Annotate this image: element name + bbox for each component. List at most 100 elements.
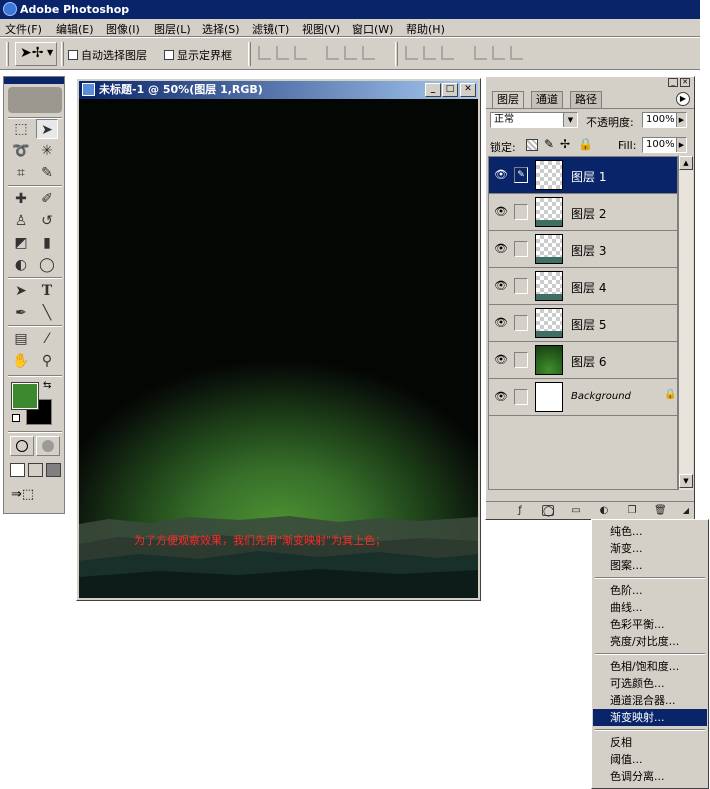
align-left-icon[interactable] <box>326 46 339 60</box>
foreground-color-swatch[interactable] <box>11 382 39 410</box>
menu-item[interactable]: 通道混合器... <box>593 692 707 709</box>
layer-mask-icon[interactable]: ◯ <box>542 505 554 517</box>
eye-icon[interactable]: 👁 <box>493 389 509 405</box>
blend-mode-select[interactable]: 正常 ▼ <box>490 112 578 128</box>
link-slot[interactable] <box>514 389 528 405</box>
slice-tool-icon[interactable]: ✎ <box>36 163 58 183</box>
palette-title-bar[interactable]: _ ✕ <box>486 77 694 89</box>
crop-tool-icon[interactable]: ⌗ <box>10 163 32 183</box>
show-bounding-box-checkbox[interactable] <box>164 50 174 60</box>
menu-filter[interactable]: 滤镜(T) <box>252 21 289 37</box>
new-layer-icon[interactable]: ❐ <box>626 505 638 516</box>
eraser-tool-icon[interactable]: ◩ <box>10 233 32 253</box>
distribute-right-icon[interactable] <box>510 46 523 60</box>
marquee-tool-icon[interactable]: ⬚ <box>10 119 32 139</box>
align-bottom-icon[interactable] <box>294 46 307 60</box>
align-right-icon[interactable] <box>362 46 375 60</box>
tab-paths[interactable]: 路径 <box>570 91 602 108</box>
history-brush-tool-icon[interactable]: ↺ <box>36 211 58 231</box>
type-tool-icon[interactable]: T <box>36 281 58 301</box>
full-screen-mode-icon[interactable] <box>46 463 61 477</box>
gradient-tool-icon[interactable]: ▮ <box>36 233 58 253</box>
toolbox-title-bar[interactable] <box>4 77 64 84</box>
standard-screen-mode-icon[interactable] <box>10 463 25 477</box>
dodge-tool-icon[interactable]: ◯ <box>36 255 58 275</box>
eye-icon[interactable]: 👁 <box>493 278 509 294</box>
opacity-field[interactable]: 100% ▶ <box>642 112 687 128</box>
layer-row[interactable]: 👁 图层 2 <box>489 194 677 231</box>
minimize-button[interactable]: _ <box>425 83 441 97</box>
layer-row[interactable]: 👁 图层 3 <box>489 231 677 268</box>
menu-image[interactable]: 图像(I) <box>106 21 140 37</box>
link-slot[interactable] <box>514 315 528 331</box>
layer-list-scrollbar[interactable]: ▲ ▼ <box>678 156 693 490</box>
standard-mode-button[interactable] <box>10 436 34 456</box>
new-set-icon[interactable]: ▭ <box>570 505 582 516</box>
adobe-feather-logo-icon[interactable] <box>8 87 62 113</box>
menu-item[interactable]: 可选颜色... <box>593 675 707 692</box>
menu-help[interactable]: 帮助(H) <box>406 21 445 37</box>
eye-icon[interactable]: 👁 <box>493 241 509 257</box>
zoom-tool-icon[interactable]: ⚲ <box>36 351 58 371</box>
link-slot[interactable] <box>514 241 528 257</box>
layer-row[interactable]: 👁 Background 🔒 <box>489 379 677 416</box>
palette-minimize-icon[interactable]: _ <box>668 78 678 87</box>
image-canvas[interactable]: 为了方便观察效果，我们先用"渐变映射"为其上色； <box>79 99 478 598</box>
layer-row[interactable]: 👁 图层 4 <box>489 268 677 305</box>
lock-transparency-icon[interactable] <box>526 139 538 151</box>
resize-grip-icon[interactable]: ◢ <box>680 505 692 516</box>
close-button[interactable]: ✕ <box>460 83 476 97</box>
eye-icon[interactable]: 👁 <box>493 167 509 183</box>
menu-view[interactable]: 视图(V) <box>302 21 340 37</box>
menu-select[interactable]: 选择(S) <box>202 21 240 37</box>
menu-layer[interactable]: 图层(L) <box>154 21 191 37</box>
clone-stamp-tool-icon[interactable]: ♙ <box>10 211 32 231</box>
distribute-top-icon[interactable] <box>405 46 418 60</box>
menu-item[interactable]: 色彩平衡... <box>593 616 707 633</box>
new-adjustment-layer-icon[interactable]: ◐ <box>598 505 610 516</box>
magic-wand-tool-icon[interactable]: ✳ <box>36 141 58 161</box>
document-title-bar[interactable]: 未标题-1 @ 50%(图层 1,RGB) _ □ ✕ <box>79 81 478 99</box>
scroll-up-icon[interactable]: ▲ <box>679 156 693 170</box>
lock-image-icon[interactable]: ✎ <box>544 137 554 151</box>
distribute-vcenter-icon[interactable] <box>423 46 436 60</box>
default-colors-icon[interactable] <box>12 414 20 422</box>
align-vcenter-icon[interactable] <box>276 46 289 60</box>
brush-tool-icon[interactable]: ✐ <box>36 189 58 209</box>
scroll-down-icon[interactable]: ▼ <box>679 474 693 488</box>
pen-tool-icon[interactable]: ✒ <box>10 303 32 323</box>
link-slot[interactable] <box>514 352 528 368</box>
layer-row[interactable]: 👁 图层 6 <box>489 342 677 379</box>
menu-item[interactable]: 亮度/对比度... <box>593 633 707 650</box>
layer-row[interactable]: 👁 ✎ 图层 1 <box>489 157 677 194</box>
align-hcenter-icon[interactable] <box>344 46 357 60</box>
tool-preset-picker[interactable]: ➤✢ ▼ <box>15 42 57 66</box>
eye-icon[interactable]: 👁 <box>493 315 509 331</box>
delete-layer-icon[interactable]: 🗑 <box>654 505 667 516</box>
menu-item[interactable]: 曲线... <box>593 599 707 616</box>
menu-file[interactable]: 文件(F) <box>5 21 42 37</box>
distribute-left-icon[interactable] <box>474 46 487 60</box>
lock-all-icon[interactable]: 🔒 <box>578 137 593 151</box>
distribute-hcenter-icon[interactable] <box>492 46 505 60</box>
brush-icon[interactable]: ✎ <box>514 167 528 183</box>
healing-brush-tool-icon[interactable]: ✚ <box>10 189 32 209</box>
eye-icon[interactable]: 👁 <box>493 204 509 220</box>
move-tool-icon[interactable]: ➤ <box>36 119 58 139</box>
tab-layers[interactable]: 图层 <box>492 91 524 108</box>
link-slot[interactable] <box>514 278 528 294</box>
swap-colors-icon[interactable]: ⇆ <box>43 380 51 391</box>
distribute-bottom-icon[interactable] <box>441 46 454 60</box>
menu-item[interactable]: 色相/饱和度... <box>593 658 707 675</box>
lasso-tool-icon[interactable]: ➰ <box>10 141 32 161</box>
jump-to-imageready-icon[interactable]: ⇒⬚ <box>11 487 59 507</box>
menu-item[interactable]: 渐变映射... <box>593 709 707 726</box>
full-screen-menu-mode-icon[interactable] <box>28 463 43 477</box>
tab-channels[interactable]: 通道 <box>531 91 563 108</box>
layer-style-icon[interactable]: ƒ <box>514 505 526 516</box>
menu-item[interactable]: 纯色... <box>593 523 707 540</box>
layer-row[interactable]: 👁 图层 5 <box>489 305 677 342</box>
eye-icon[interactable]: 👁 <box>493 352 509 368</box>
menu-edit[interactable]: 编辑(E) <box>56 21 94 37</box>
hand-tool-icon[interactable]: ✋ <box>10 351 32 371</box>
